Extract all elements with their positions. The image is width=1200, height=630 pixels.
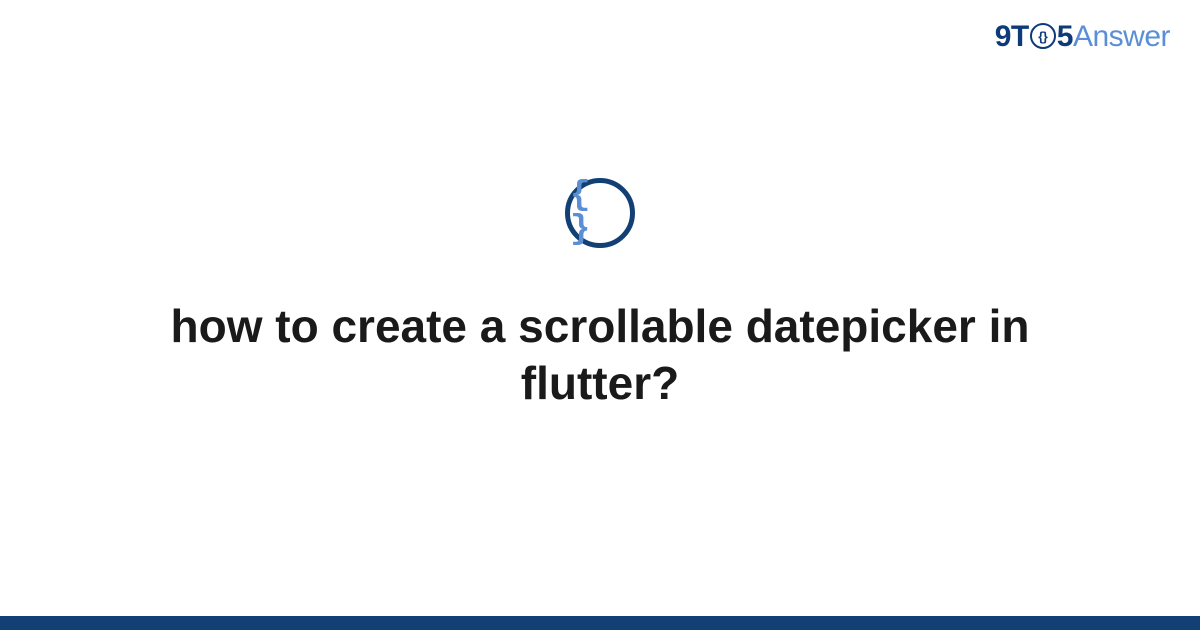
- braces-symbol: { }: [570, 179, 630, 247]
- question-title: how to create a scrollable datepicker in…: [150, 298, 1050, 413]
- footer-bar: [0, 616, 1200, 630]
- main-content: { } how to create a scrollable datepicke…: [0, 0, 1200, 630]
- code-braces-icon: { }: [565, 178, 635, 248]
